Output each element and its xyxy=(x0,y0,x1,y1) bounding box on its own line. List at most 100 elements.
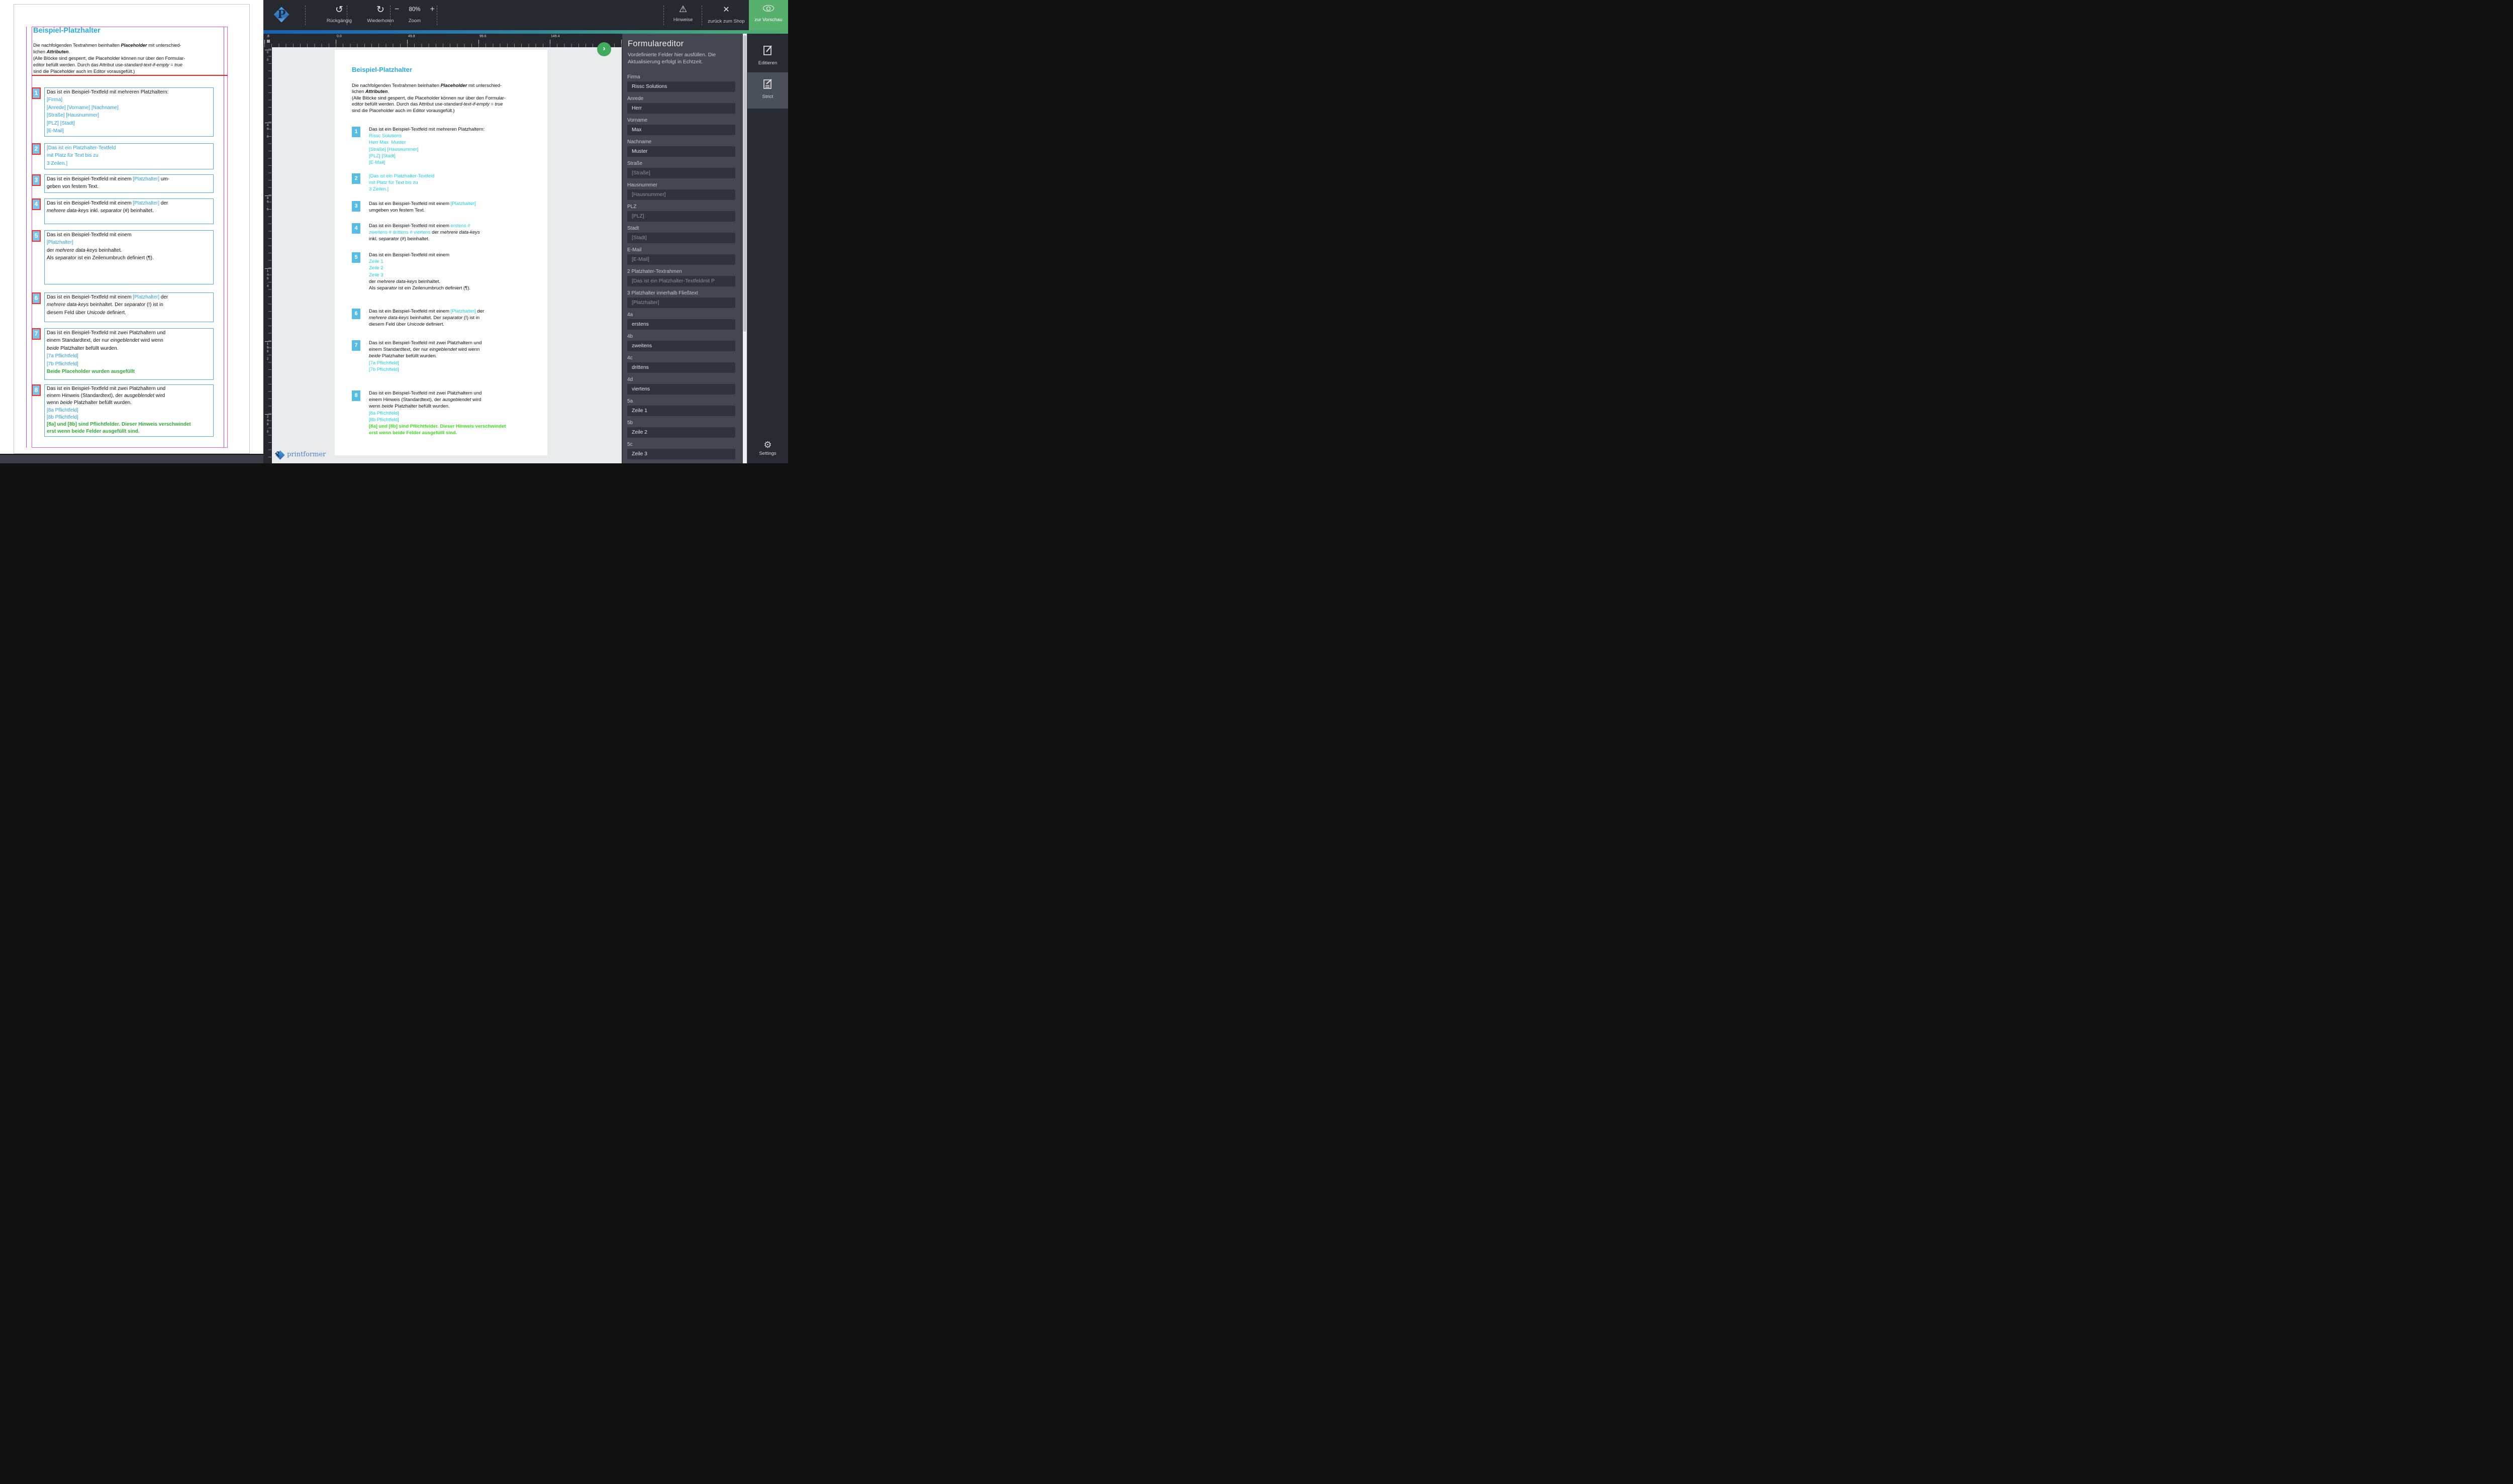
doc-item-text-7: Das ist ein Beispiel-Textfeld mit zwei P… xyxy=(369,340,481,373)
form-field-row: Hausnummer[Hausnummer] xyxy=(627,182,735,203)
printformer-editor: Beispiel-Platzhalter Die nachfolgenden T… xyxy=(0,0,788,463)
doc-item-text-5: Das ist ein Beispiel-Textfeld mit einemZ… xyxy=(369,252,470,291)
form-field-row: AnredeHerr xyxy=(627,96,735,116)
edit-pencil-icon xyxy=(762,44,774,56)
back-to-shop-button[interactable]: ✕ zurück zum Shop xyxy=(704,5,749,24)
doc-item-text-2: [Das ist ein Platzhalter-Textfeldmit Pla… xyxy=(369,173,434,193)
preview-item-text-5: Das ist ein Beispiel-Textfeld mit einem[… xyxy=(47,231,154,262)
collapse-sidebar-button[interactable]: › xyxy=(597,42,611,56)
item-badge-3: 3 xyxy=(32,174,41,186)
field-label: Straße xyxy=(627,161,735,167)
field-label: Nachname xyxy=(627,139,735,145)
field-label: 4a xyxy=(627,312,735,318)
edit-mode-button[interactable]: Editieren xyxy=(747,44,788,66)
item-badge-4: 4 xyxy=(32,199,41,210)
form-field-row: 2 Platzhater-Textrahmen[Das ist ein Plat… xyxy=(627,269,735,289)
progress-gradient-bar xyxy=(263,30,788,34)
field-input-straße[interactable]: [Straße] xyxy=(627,168,735,178)
h-ruler-label: 149.4 xyxy=(551,35,560,38)
chevron-right-icon: › xyxy=(603,44,606,53)
preview-item-text-4: Das ist ein Beispiel-Textfeld mit einem … xyxy=(47,200,168,215)
doc-item-text-4: Das ist ein Beispiel-Textfeld mit einem … xyxy=(369,223,480,243)
overset-indicator-line xyxy=(32,75,228,76)
field-input-plz[interactable]: [PLZ] xyxy=(627,211,735,222)
field-label: 4d xyxy=(627,377,735,383)
doc-item-badge-2: 2 xyxy=(352,173,360,184)
item-badge-7: 7 xyxy=(32,328,41,340)
field-label: Anrede xyxy=(627,96,735,102)
field-input-5b[interactable]: Zeile 2 xyxy=(627,427,735,438)
h-ruler-label: .8 xyxy=(266,35,269,38)
form-field-row: PLZ[PLZ] xyxy=(627,204,735,224)
v-ruler-label: 0.0 xyxy=(264,51,269,62)
form-field-row: 5aZeile 1 xyxy=(627,399,735,419)
field-input-3-platzhalter-innerhalb-fließtext[interactable]: [Platzhalter] xyxy=(627,298,735,308)
zoom-in-button[interactable]: + xyxy=(430,5,435,14)
scrollbar-thumb[interactable] xyxy=(743,35,746,332)
zoom-out-button[interactable]: − xyxy=(395,5,399,14)
doc-item-badge-6: 6 xyxy=(352,309,360,319)
gear-icon: ⚙ xyxy=(747,440,788,449)
printformer-watermark: P printformer xyxy=(274,449,374,462)
h-ruler-label: 49.8 xyxy=(408,35,415,38)
doc-item-badge-5: 5 xyxy=(352,252,360,263)
sidebar-scrollbar[interactable] xyxy=(743,34,747,463)
v-ruler-label: 149.4 xyxy=(264,269,269,288)
field-input-4d[interactable]: viertens xyxy=(627,384,735,394)
field-input-anrede[interactable]: Herr xyxy=(627,103,735,114)
doc-item-text-3: Das ist ein Beispiel-Textfeld mit einem … xyxy=(369,201,476,214)
top-toolbar: P ↺ Rückgängig ↻ Wiederholen − 80% + Zoo… xyxy=(263,0,788,30)
field-input-stadt[interactable]: [Stadt] xyxy=(627,233,735,243)
field-input-hausnummer[interactable]: [Hausnummer] xyxy=(627,189,735,200)
field-input-vorname[interactable]: Max xyxy=(627,125,735,135)
warning-triangle-icon: ⚠ xyxy=(665,4,701,14)
field-input-nachname[interactable]: Muster xyxy=(627,146,735,157)
preview-item-text-6: Das ist ein Beispiel-Textfeld mit einem … xyxy=(47,293,168,317)
field-input-2-platzhater-textrahmen[interactable]: [Das ist ein Platzhalter-Textfeldmit P xyxy=(627,276,735,286)
field-input-4b[interactable]: zweitens xyxy=(627,341,735,351)
preview-item-text-2: [Das ist ein Platzhalter-Textfeldmit Pla… xyxy=(47,144,116,167)
form-field-row: 4cdrittens xyxy=(627,355,735,375)
toolbar-divider xyxy=(390,6,391,25)
field-input-4a[interactable]: erstens xyxy=(627,319,735,330)
doc-item-badge-4: 4 xyxy=(352,223,360,234)
doc-item-badge-3: 3 xyxy=(352,201,360,212)
ruler-origin-marker xyxy=(267,40,270,43)
form-field-row: 4dviertens xyxy=(627,377,735,397)
field-label: 5a xyxy=(627,399,735,405)
form-field-row: NachnameMuster xyxy=(627,139,735,159)
form-field-row: E-Mail[E-Mail] xyxy=(627,247,735,267)
printformer-logo-icon: P xyxy=(271,5,292,26)
settings-button[interactable]: ⚙ Settings xyxy=(747,440,788,456)
v-ruler-label: 99.6 xyxy=(264,196,269,212)
h-ruler-label: 0.0 xyxy=(337,35,342,38)
strict-mode-button[interactable]: Strict xyxy=(747,78,788,100)
strict-pencil-icon xyxy=(762,78,774,90)
preview-item-text-7: Das ist ein Beispiel-Textfeld mit zwei P… xyxy=(47,329,165,375)
form-field-row: Straße[Straße] xyxy=(627,161,735,181)
toolbar-divider xyxy=(663,6,664,25)
form-field-row: 5cZeile 3 xyxy=(627,442,735,462)
preview-button[interactable]: zur Vorschau xyxy=(749,0,788,30)
field-input-5c[interactable]: Zeile 3 xyxy=(627,449,735,459)
hints-button[interactable]: ⚠ Hinweise xyxy=(665,4,701,23)
doc-item-badge-1: 1 xyxy=(352,127,360,137)
guide-line-left xyxy=(26,27,27,448)
form-field-row: 3 Platzhalter innerhalb Fließtext[Platzh… xyxy=(627,290,735,311)
h-ruler-label: 99.6 xyxy=(479,35,487,38)
item-badge-6: 6 xyxy=(32,292,41,304)
form-field-row: VornameMax xyxy=(627,118,735,138)
field-label: 4b xyxy=(627,334,735,340)
field-label: Vorname xyxy=(627,118,735,124)
field-input-5a[interactable]: Zeile 1 xyxy=(627,406,735,416)
field-input-firma[interactable]: Rissc Solutions xyxy=(627,81,735,92)
form-field-row: 4aerstens xyxy=(627,312,735,332)
item-badge-5: 5 xyxy=(32,230,41,242)
field-input-4c[interactable]: drittens xyxy=(627,362,735,373)
v-ruler-label: 199.2 xyxy=(264,342,269,361)
field-input-e-mail[interactable]: [E-Mail] xyxy=(627,254,735,265)
doc-item-text-6: Das ist ein Beispiel-Textfeld mit einem … xyxy=(369,308,484,328)
preview-item-text-1: Das ist ein Beispiel-Textfeld mit mehrer… xyxy=(47,88,168,135)
field-label: E-Mail xyxy=(627,247,735,253)
field-label: Stadt xyxy=(627,226,735,232)
